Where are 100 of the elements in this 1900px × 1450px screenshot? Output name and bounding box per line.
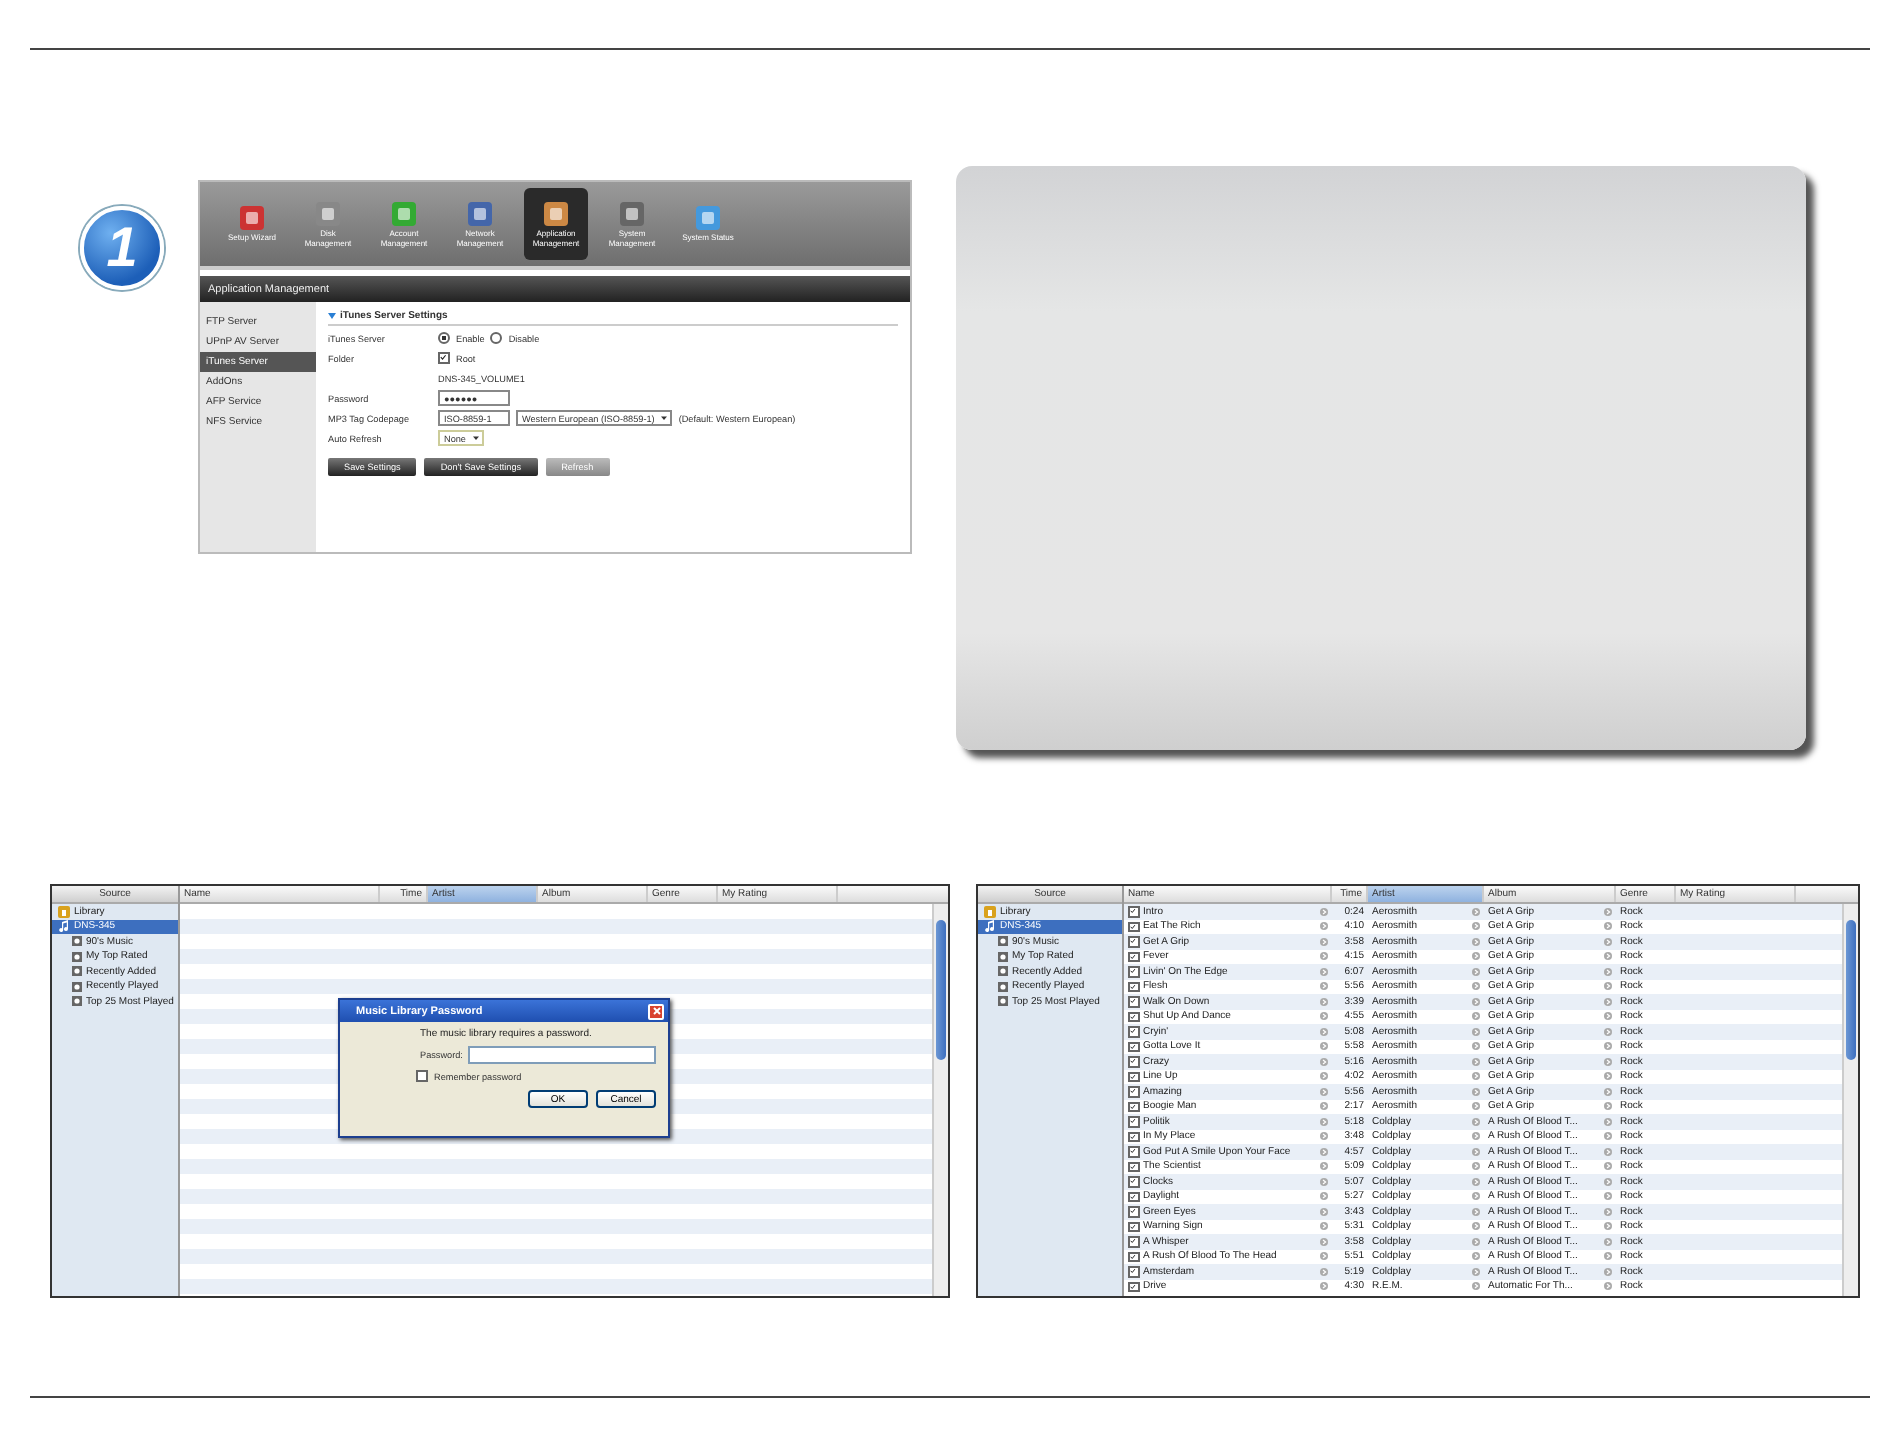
checkbox[interactable] xyxy=(1128,996,1139,1007)
arrow-circle-icon xyxy=(1472,997,1480,1006)
checkmark-icon xyxy=(1130,1178,1137,1185)
checkbox[interactable] xyxy=(1128,906,1139,917)
arrow-circle-icon xyxy=(1320,1207,1328,1216)
arrow-circle-icon xyxy=(1604,1237,1612,1246)
checkbox[interactable] xyxy=(1128,1026,1139,1037)
music-note-icon xyxy=(58,920,70,933)
checkmark-icon xyxy=(1130,953,1137,960)
arrow-circle-icon xyxy=(1472,1057,1480,1066)
close-icon xyxy=(651,1006,661,1016)
checkmark-icon xyxy=(1130,983,1137,990)
arrow-circle-icon xyxy=(1604,1087,1612,1096)
checkbox[interactable] xyxy=(1128,1266,1139,1277)
checkbox[interactable] xyxy=(1128,1176,1139,1187)
arrow-circle-icon xyxy=(1472,967,1480,976)
arrow-circle-icon xyxy=(1320,1027,1328,1036)
arrow-circle-icon xyxy=(1472,1087,1480,1096)
checkmark-icon xyxy=(1130,1058,1137,1065)
close-button[interactable] xyxy=(648,1003,664,1019)
arrow-circle-icon xyxy=(1320,1267,1328,1276)
app-icon xyxy=(618,200,646,228)
checkmark-icon xyxy=(1130,1118,1137,1125)
arrow-circle-icon xyxy=(1604,1027,1612,1036)
checkbox[interactable] xyxy=(1128,1116,1139,1127)
checkmark-icon xyxy=(1130,1088,1137,1095)
arrow-circle-icon xyxy=(1604,1117,1612,1126)
arrow-circle-icon xyxy=(1472,1117,1480,1126)
scrollbar[interactable] xyxy=(1842,904,1858,1296)
arrow-circle-icon xyxy=(1604,937,1612,946)
checkmark-icon xyxy=(1130,1238,1137,1245)
checkbox[interactable] xyxy=(1128,1221,1139,1232)
checkmark-icon xyxy=(1130,908,1137,915)
checkmark-icon xyxy=(1130,923,1137,930)
arrow-circle-icon xyxy=(1472,907,1480,916)
arrow-circle-icon xyxy=(1320,1117,1328,1126)
checkbox[interactable] xyxy=(1128,1011,1139,1022)
password-field[interactable] xyxy=(468,1045,656,1063)
checkbox[interactable] xyxy=(1128,1206,1139,1217)
checkmark-icon xyxy=(1130,1133,1137,1140)
triangle-icon xyxy=(328,312,336,320)
checkmark-icon xyxy=(1130,1223,1137,1230)
arrow-circle-icon xyxy=(1604,1177,1612,1186)
arrow-circle-icon xyxy=(1604,1147,1612,1156)
app-icon xyxy=(542,200,570,228)
radio-button[interactable] xyxy=(438,332,450,344)
checkbox[interactable] xyxy=(1128,1146,1139,1157)
arrow-circle-icon xyxy=(1604,1057,1612,1066)
checkmark-icon xyxy=(1130,1193,1137,1200)
arrow-circle-icon xyxy=(1320,1057,1328,1066)
app-icon xyxy=(390,200,418,228)
arrow-circle-icon xyxy=(1472,1027,1480,1036)
checkmark-icon xyxy=(1130,998,1137,1005)
arrow-circle-icon xyxy=(1320,997,1328,1006)
arrow-circle-icon xyxy=(1604,1207,1612,1216)
caret-icon xyxy=(660,414,669,422)
checkbox[interactable] xyxy=(1128,981,1139,992)
checkbox[interactable] xyxy=(1128,1086,1139,1097)
checkbox[interactable] xyxy=(1128,1041,1139,1052)
step-number-badge: 1 xyxy=(80,206,164,290)
checkbox[interactable] xyxy=(1128,1251,1139,1262)
library-icon xyxy=(984,905,996,918)
checkbox[interactable] xyxy=(1128,966,1139,977)
checkbox[interactable] xyxy=(1128,921,1139,932)
music-note-icon xyxy=(984,920,996,933)
arrow-circle-icon xyxy=(1320,1177,1328,1186)
checkbox[interactable] xyxy=(1128,1161,1139,1172)
checkbox[interactable] xyxy=(1128,1071,1139,1082)
checkbox[interactable] xyxy=(416,1070,428,1082)
arrow-circle-icon xyxy=(1320,907,1328,916)
checkbox[interactable] xyxy=(1128,1056,1139,1067)
radio-button[interactable] xyxy=(490,332,503,344)
checkbox[interactable] xyxy=(1128,1131,1139,1142)
checkbox[interactable] xyxy=(1128,951,1139,962)
arrow-circle-icon xyxy=(1472,937,1480,946)
checkmark-icon xyxy=(1130,938,1137,945)
checkmark-icon xyxy=(1130,1283,1137,1290)
checkmark-icon xyxy=(1130,1073,1137,1080)
app-icon xyxy=(238,204,266,233)
scrollbar[interactable] xyxy=(932,904,948,1296)
checkbox[interactable] xyxy=(1128,1191,1139,1202)
arrow-circle-icon xyxy=(1472,1207,1480,1216)
arrow-circle-icon xyxy=(1320,1147,1328,1156)
arrow-circle-icon xyxy=(1472,1177,1480,1186)
checkmark-icon xyxy=(1130,968,1137,975)
checkmark-icon xyxy=(1130,1253,1137,1260)
checkmark-icon xyxy=(1130,1268,1137,1275)
app-icon xyxy=(694,204,722,233)
checkbox[interactable] xyxy=(1128,1101,1139,1112)
checkbox[interactable] xyxy=(1128,1281,1139,1292)
checkbox[interactable] xyxy=(1128,1236,1139,1247)
library-icon xyxy=(58,905,70,918)
arrow-circle-icon xyxy=(1604,907,1612,916)
checkmark-icon xyxy=(1130,1013,1137,1020)
arrow-circle-icon xyxy=(1472,1147,1480,1156)
app-icon xyxy=(466,200,494,228)
checkbox[interactable] xyxy=(438,352,450,364)
checkmark-icon xyxy=(440,354,448,362)
checkmark-icon xyxy=(1130,1028,1137,1035)
checkbox[interactable] xyxy=(1128,936,1139,947)
